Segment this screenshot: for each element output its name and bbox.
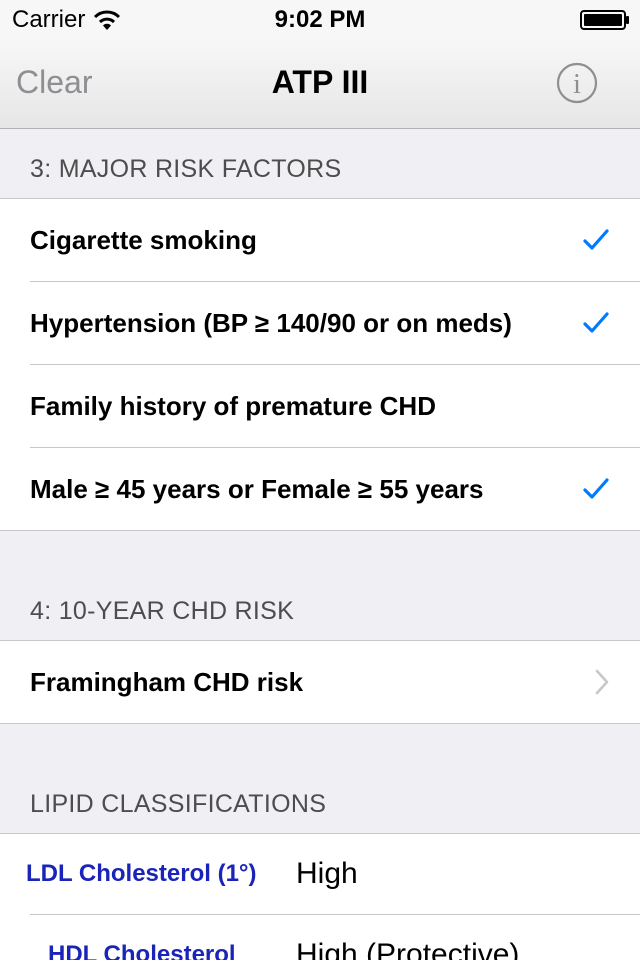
svg-text:i: i bbox=[573, 69, 581, 100]
risk-factors-group: Cigarette smoking Hypertension (BP ≥ 140… bbox=[0, 198, 640, 531]
row-label: Framingham CHD risk bbox=[30, 666, 304, 697]
lipid-value: High (Protective) bbox=[296, 938, 520, 960]
lipid-row-ldl: LDL Cholesterol (1°) High bbox=[26, 834, 640, 915]
page-title: ATP III bbox=[271, 64, 369, 100]
checkmark-icon bbox=[583, 478, 609, 499]
checkmark-icon bbox=[583, 229, 609, 250]
navigation-bar: Clear ATP III i bbox=[0, 40, 640, 129]
lipid-row-hdl: HDL Cholesterol High (Protective) bbox=[30, 915, 640, 960]
chevron-right-icon bbox=[595, 669, 609, 695]
section-header-risk-factors: 3: MAJOR RISK FACTORS bbox=[30, 155, 342, 183]
lipid-classifications-group: LDL Cholesterol (1°) High HDL Cholestero… bbox=[0, 833, 640, 960]
lipid-name: LDL Cholesterol (1°) bbox=[26, 860, 257, 887]
section-header-chd-risk: 4: 10-YEAR CHD RISK bbox=[30, 597, 295, 625]
lipid-name: HDL Cholesterol bbox=[48, 941, 236, 960]
table-view[interactable]: 3: MAJOR RISK FACTORS Cigarette smoking … bbox=[0, 129, 640, 960]
checkmark-icon bbox=[583, 312, 609, 333]
framingham-chd-risk-row[interactable]: Framingham CHD risk bbox=[30, 641, 640, 723]
status-time: 9:02 PM bbox=[274, 6, 366, 33]
chd-risk-group: Framingham CHD risk bbox=[0, 640, 640, 724]
row-label: Cigarette smoking bbox=[30, 224, 257, 255]
status-bar: Carrier 9:02 PM bbox=[0, 0, 640, 40]
row-label: Family history of premature CHD bbox=[30, 390, 436, 421]
info-icon[interactable]: i bbox=[556, 62, 598, 104]
lipid-value: High bbox=[296, 857, 358, 890]
risk-factor-cigarette-smoking[interactable]: Cigarette smoking bbox=[30, 199, 640, 282]
section-header-lipids: LIPID CLASSIFICATIONS bbox=[30, 790, 327, 818]
row-label: Male ≥ 45 years or Female ≥ 55 years bbox=[30, 473, 484, 504]
risk-factor-hypertension[interactable]: Hypertension (BP ≥ 140/90 or on meds) bbox=[30, 282, 640, 365]
battery-icon bbox=[580, 10, 629, 30]
risk-factor-family-history[interactable]: Family history of premature CHD bbox=[30, 365, 640, 448]
risk-factor-age-sex[interactable]: Male ≥ 45 years or Female ≥ 55 years bbox=[30, 448, 640, 530]
row-label: Hypertension (BP ≥ 140/90 or on meds) bbox=[30, 307, 512, 338]
